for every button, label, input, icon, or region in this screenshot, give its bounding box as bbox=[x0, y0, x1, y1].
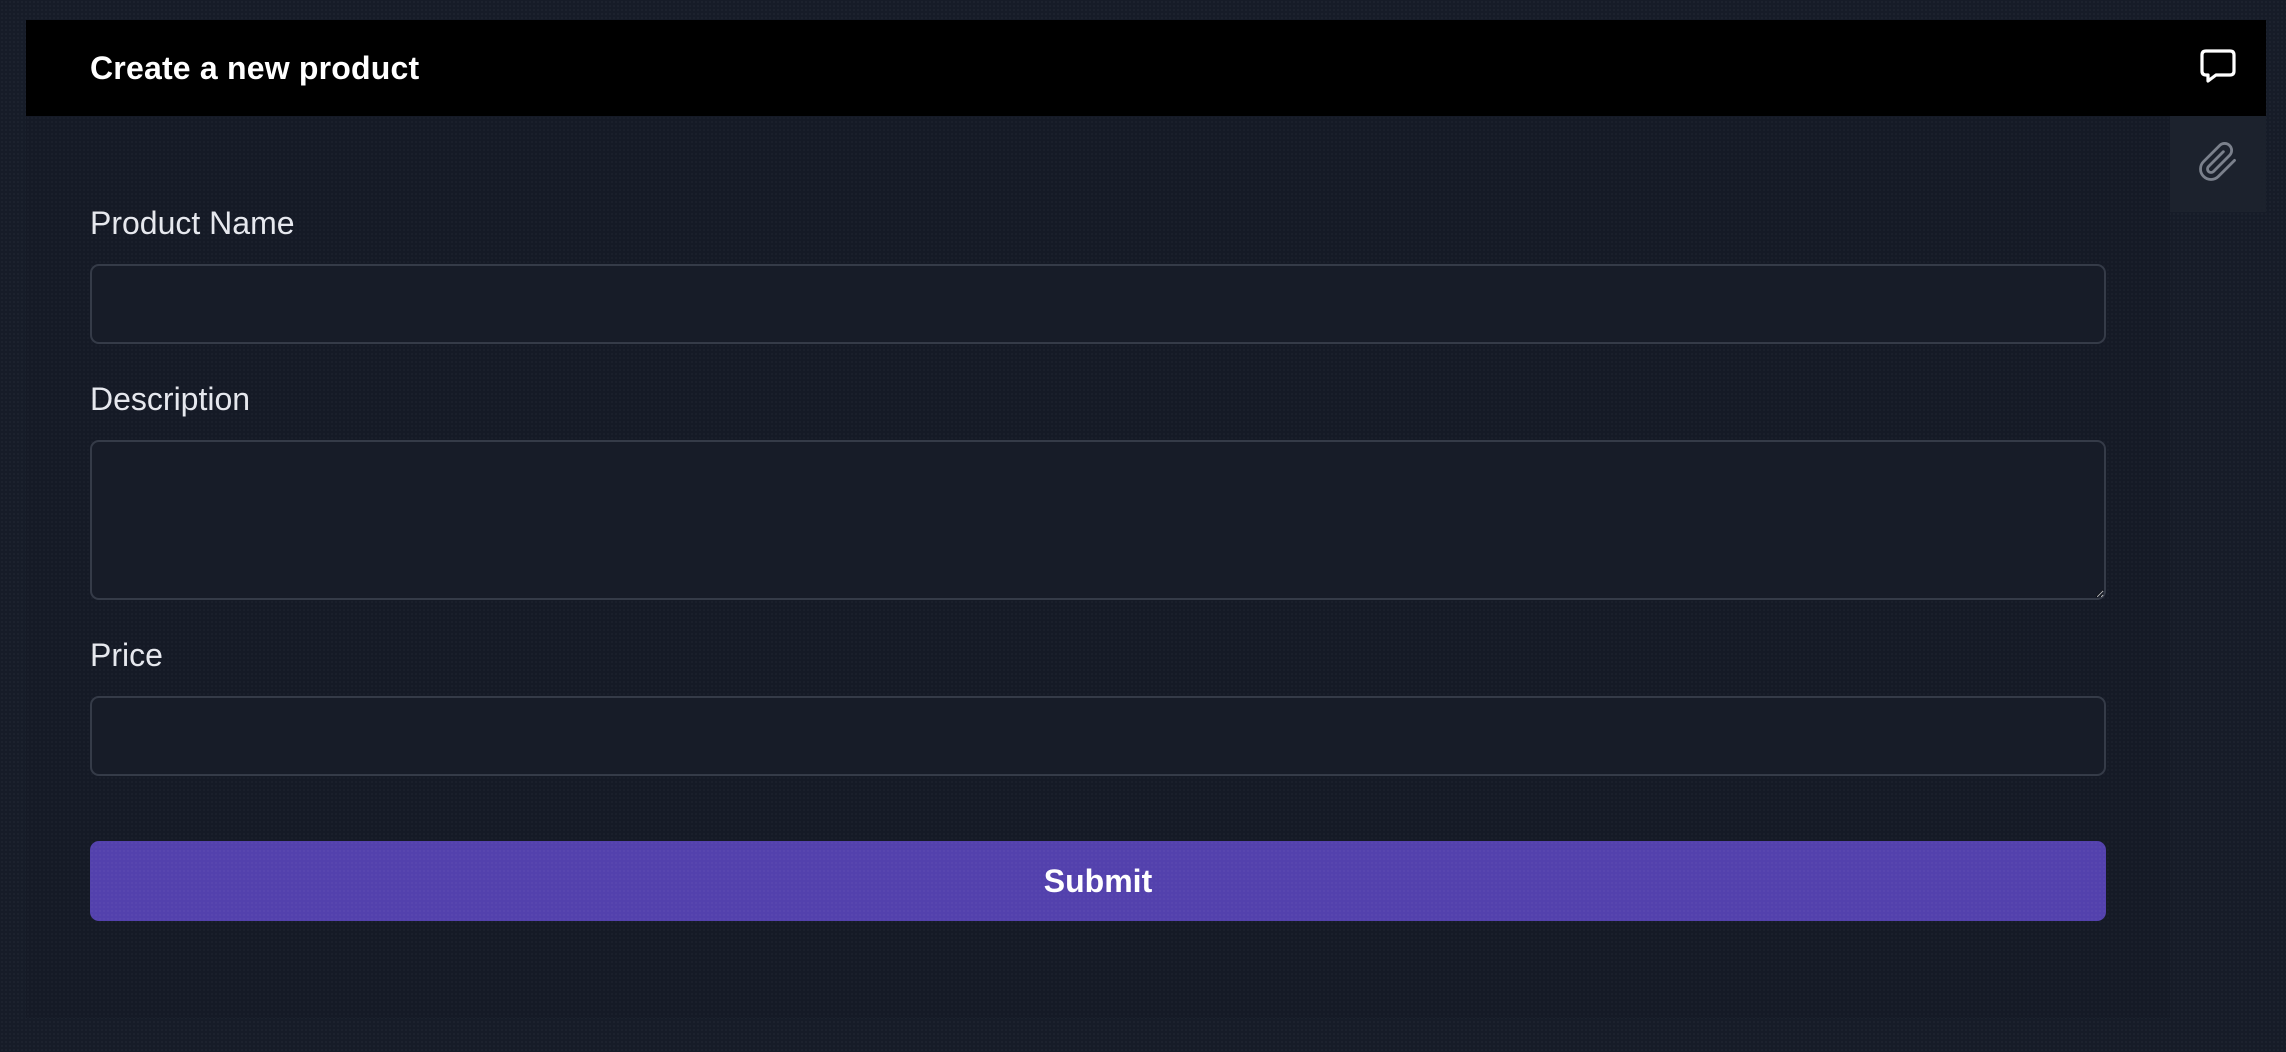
page-title: Create a new product bbox=[90, 50, 420, 86]
product-form-panel: Create a new product Product Name Descri… bbox=[26, 20, 2266, 1018]
paperclip-icon bbox=[2197, 141, 2239, 188]
chat-bubble-icon bbox=[2199, 47, 2237, 90]
submit-button[interactable]: Submit bbox=[90, 841, 2106, 921]
attach-button[interactable] bbox=[2170, 116, 2266, 212]
panel-header: Create a new product bbox=[26, 20, 2266, 116]
chat-button[interactable] bbox=[2170, 20, 2266, 116]
description-label: Description bbox=[90, 381, 251, 417]
price-input[interactable] bbox=[90, 696, 2106, 776]
product-name-label: Product Name bbox=[90, 205, 295, 241]
price-label: Price bbox=[90, 637, 163, 673]
description-textarea[interactable] bbox=[90, 440, 2106, 600]
product-name-input[interactable] bbox=[90, 264, 2106, 344]
form-body: Product Name Description Price Submit bbox=[26, 116, 2170, 1018]
